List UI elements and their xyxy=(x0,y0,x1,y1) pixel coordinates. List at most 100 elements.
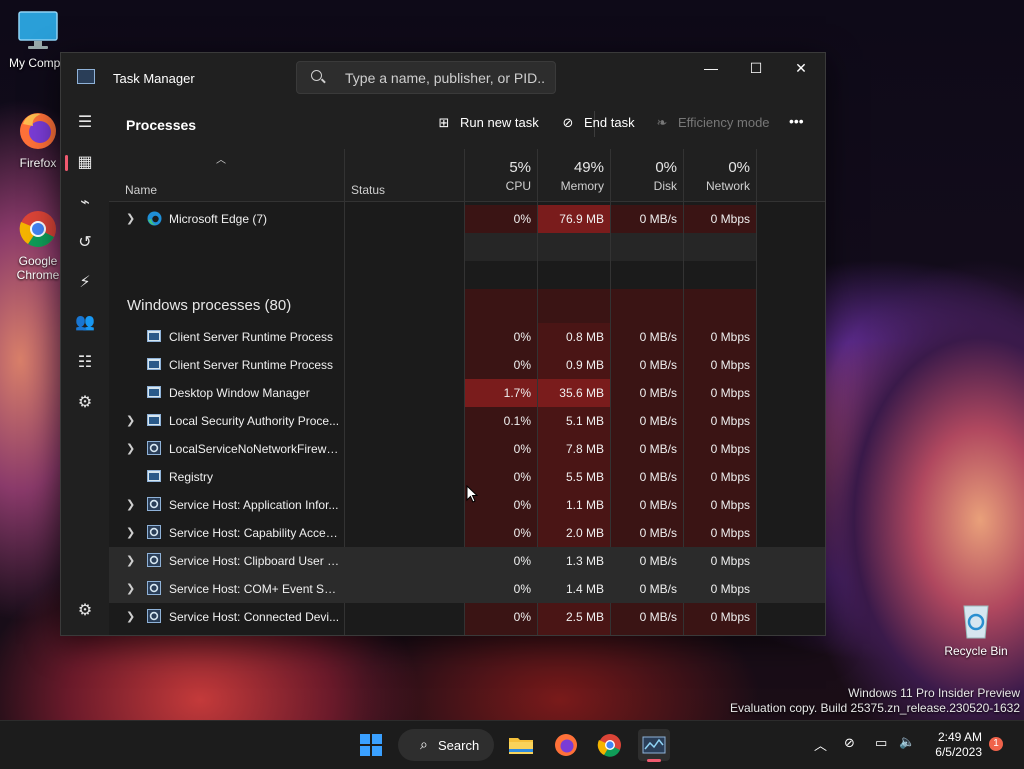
table-row[interactable]: ❯ Service Host: Clipboard User S... 0% 1.3 … xyxy=(109,547,825,575)
memory-cell: 2.1 MB xyxy=(538,631,604,635)
disk-cell: 0 MB/s xyxy=(639,582,677,596)
network-cell: 0 Mbps xyxy=(710,330,750,344)
column-header-status[interactable]: Status xyxy=(351,183,385,197)
nav-details-icon[interactable]: ☷ xyxy=(69,347,101,379)
window-process-icon xyxy=(147,413,161,427)
efficiency-mode-button[interactable]: ❧ Efficiency mode xyxy=(654,115,770,131)
window-process-icon xyxy=(147,357,161,371)
run-new-task-label: Run new task xyxy=(460,115,539,130)
table-row[interactable]: Desktop Window Manager 1.7% 35.6 MB 0 MB/s 0… xyxy=(109,379,825,407)
table-header: ︿ Name Status 5% CPU 49% Memory 0% Disk … xyxy=(109,149,825,202)
nav-users-icon[interactable]: 👥 xyxy=(69,307,101,339)
column-header-name[interactable]: Name xyxy=(125,183,157,197)
network-cell: 0 Mbps xyxy=(710,358,750,372)
table-row-microsoft-edge[interactable]: ❯ Microsoft Edge (7) 0% 76.9 MB 0 MB/s 0… xyxy=(109,205,825,233)
network-offline-icon[interactable]: ⊘ xyxy=(844,735,855,751)
desktop-icon-label: Google Chrome xyxy=(16,254,60,282)
disk-cell: 0 MB/s xyxy=(611,631,677,635)
table-row[interactable]: ❯ Local Security Authority Proce... 0.1% 5.… xyxy=(109,407,825,435)
hamburger-menu-icon[interactable]: ☰ xyxy=(69,107,101,139)
column-header-network[interactable]: 0% Network xyxy=(685,159,750,193)
nav-performance-icon[interactable]: ⌁ xyxy=(69,187,101,219)
more-options-button[interactable]: ••• xyxy=(789,113,804,129)
firefox-taskbar-icon[interactable] xyxy=(550,729,582,761)
efficiency-mode-label: Efficiency mode xyxy=(678,115,770,130)
process-name: Service Host: Connected Devi... xyxy=(169,610,340,624)
file-explorer-taskbar-icon[interactable] xyxy=(505,729,537,761)
expand-chevron-icon[interactable]: ❯ xyxy=(126,610,138,623)
memory-cell: 76.9 MB xyxy=(559,212,604,226)
memory-cell: 0.9 MB xyxy=(565,358,604,372)
table-row[interactable]: ❯Service Host: Connected Devi...0%2.1 MB… xyxy=(109,631,825,635)
mouse-cursor-icon xyxy=(466,485,478,503)
leaf-icon: ❧ xyxy=(656,115,668,130)
nav-app-history-icon[interactable]: ↺ xyxy=(69,227,101,259)
desktop-icon-recycle-bin[interactable]: Recycle Bin xyxy=(938,598,1014,658)
nav-services-icon[interactable]: ⚙ xyxy=(69,387,101,419)
start-button[interactable] xyxy=(355,729,387,761)
notification-badge[interactable]: 1 xyxy=(989,737,1003,751)
heat-cell xyxy=(538,289,610,323)
disk-cell: 0 MB/s xyxy=(639,330,677,344)
service-gear-icon xyxy=(147,497,161,511)
taskbar-search-button[interactable]: ⌕ Search xyxy=(398,729,494,761)
run-new-task-button[interactable]: ⊞ Run new task xyxy=(436,115,539,131)
table-row[interactable]: Client Server Runtime Process 0% 0.8 MB 0 M… xyxy=(109,323,825,351)
settings-gear-icon[interactable]: ⚙ xyxy=(69,595,101,627)
network-cell: 0 Mbps xyxy=(710,498,750,512)
service-gear-icon xyxy=(147,553,161,567)
desktop-icon-label: Recycle Bin xyxy=(944,644,1008,658)
heat-cell xyxy=(465,289,537,323)
expand-chevron-icon[interactable]: ❯ xyxy=(126,526,138,539)
expand-chevron-icon[interactable]: ❯ xyxy=(126,212,138,225)
heat-cell xyxy=(684,289,756,323)
expand-chevron-icon[interactable]: ❯ xyxy=(126,442,138,455)
minimize-button[interactable]: — xyxy=(688,53,734,85)
watermark-line1: Windows 11 Pro Insider Preview xyxy=(848,686,1020,700)
maximize-button[interactable]: ☐ xyxy=(733,53,779,85)
windows-watermark: Windows 11 Pro Insider Preview Evaluatio… xyxy=(730,686,1020,716)
network-cell: 0 Mbps xyxy=(710,554,750,568)
expand-chevron-icon[interactable]: ❯ xyxy=(126,554,138,567)
table-row[interactable]: ❯ Service Host: Connected Devi... 0% 2.5 MB… xyxy=(109,603,825,631)
display-icon[interactable]: ▭ xyxy=(875,735,887,751)
memory-cell: 5.1 MB xyxy=(565,414,604,428)
end-task-button[interactable]: ⊘ End task xyxy=(560,115,635,131)
expand-chevron-icon[interactable]: ❯ xyxy=(126,498,138,511)
column-header-cpu[interactable]: 5% CPU xyxy=(465,159,531,193)
taskbar-clock[interactable]: 2:49 AM 6/5/2023 xyxy=(930,730,982,760)
search-input[interactable] xyxy=(343,68,547,88)
table-row[interactable]: Client Server Runtime Process 0% 0.9 MB 0 M… xyxy=(109,351,825,379)
heat-cell xyxy=(538,233,610,261)
cpu-cell: 0% xyxy=(513,526,531,540)
network-cell: 0 Mbps xyxy=(710,414,750,428)
table-row[interactable]: ❯ Service Host: COM+ Event Sys... 0% 1.4 MB… xyxy=(109,575,825,603)
title-bar[interactable]: Task Manager — ☐ ✕ xyxy=(61,53,825,99)
disk-cell: 0 MB/s xyxy=(639,414,677,428)
table-row[interactable]: ❯ Service Host: Capability Acces... 0% 2.0 … xyxy=(109,519,825,547)
process-name: Microsoft Edge (7) xyxy=(169,212,268,226)
network-cell: 0 Mbps xyxy=(710,442,750,456)
volume-icon[interactable]: 🔈 xyxy=(899,734,915,750)
task-manager-taskbar-icon[interactable] xyxy=(638,729,670,762)
search-box[interactable] xyxy=(296,61,556,94)
column-header-memory[interactable]: 49% Memory xyxy=(539,159,604,193)
process-name: LocalServiceNoNetworkFirewa... xyxy=(169,442,341,456)
nav-processes-icon[interactable]: ▦ xyxy=(65,147,101,179)
desktop-icon-label: My Compu xyxy=(8,56,67,70)
disk-cell: 0 MB/s xyxy=(639,554,677,568)
heat-cell xyxy=(611,289,683,323)
chrome-taskbar-icon[interactable] xyxy=(594,729,626,761)
expand-chevron-icon[interactable]: ❯ xyxy=(126,414,138,427)
column-header-disk[interactable]: 0% Disk xyxy=(612,159,677,193)
table-row[interactable]: ❯ LocalServiceNoNetworkFirewa... 0% 7.8 MB 0… xyxy=(109,435,825,463)
expand-chevron-icon[interactable]: ❯ xyxy=(126,582,138,595)
disk-cell: 0 MB/s xyxy=(639,498,677,512)
close-button[interactable]: ✕ xyxy=(778,53,824,85)
task-manager-window: Task Manager — ☐ ✕ ☰ ▦ ⌁ ↺ ⚡ 👥 ☷ ⚙ ⚙ Pro… xyxy=(60,52,826,636)
search-icon: ⌕ xyxy=(420,736,428,752)
process-name: Client Server Runtime Process xyxy=(169,358,334,372)
show-hidden-icons-chevron-icon[interactable]: ︿ xyxy=(814,735,827,754)
nav-startup-apps-icon[interactable]: ⚡ xyxy=(69,267,101,299)
cpu-total: 5% xyxy=(509,159,531,176)
